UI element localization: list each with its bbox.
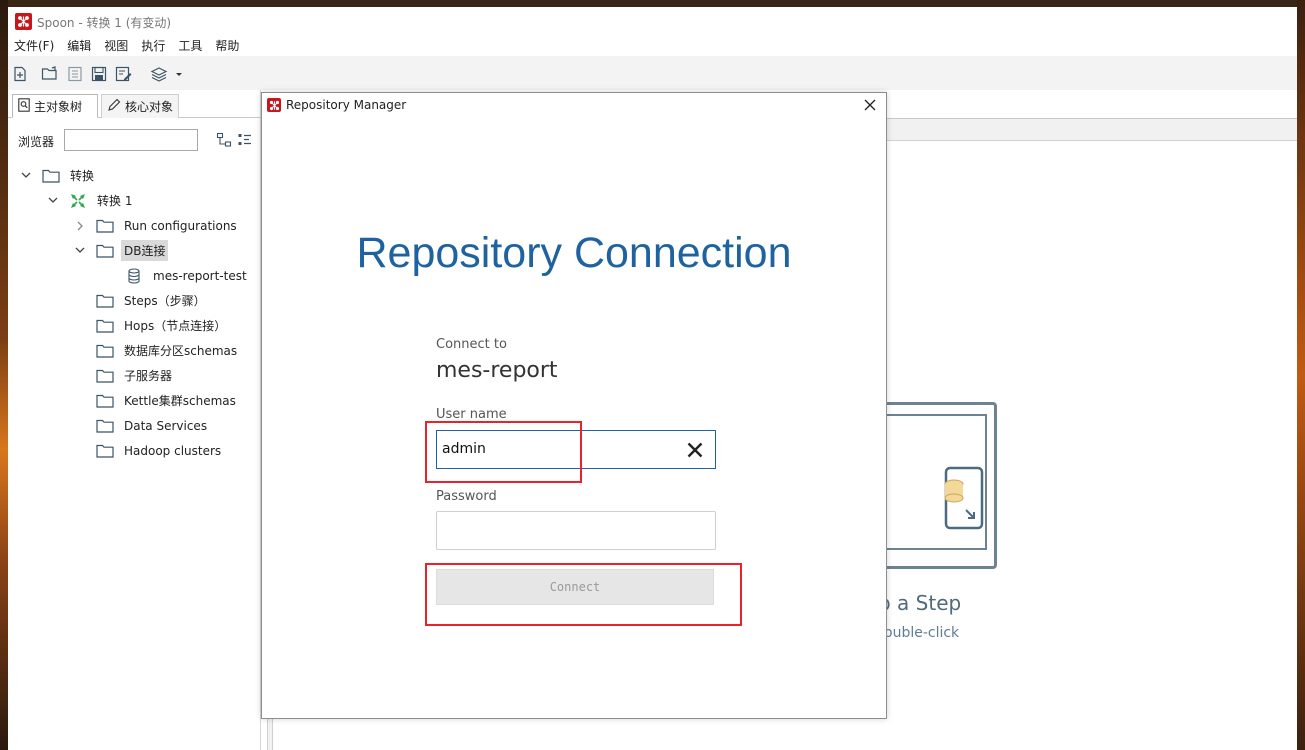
close-icon[interactable] (862, 97, 878, 113)
desktop-wallpaper-left (0, 0, 8, 750)
window-title: Spoon - 转换 1 (有变动) (37, 16, 172, 30)
username-label: User name (436, 407, 507, 422)
tree-item-steps[interactable]: Steps（步骤） (95, 288, 209, 313)
repository-connection-heading: Repository Connection (356, 229, 792, 277)
tree-item-slave-servers[interactable]: 子服务器 (95, 363, 175, 388)
tree-item-label: 子服务器 (124, 369, 173, 383)
tree-item-data-services[interactable]: Data Services (95, 413, 210, 438)
perspective-layers-icon[interactable] (149, 64, 183, 84)
magnifier-doc-icon (18, 97, 30, 115)
folder-icon (95, 343, 115, 359)
dialog-titlebar: Repository Manager (262, 93, 886, 117)
new-file-icon[interactable] (10, 64, 30, 84)
tree-item-hadoop-clusters[interactable]: Hadoop clusters (95, 438, 224, 463)
tree-item-label: 转换 1 (97, 194, 133, 208)
spoon-app-icon (267, 98, 281, 112)
tree-item-label: Steps（步骤） (124, 294, 206, 308)
folder-icon (95, 218, 115, 234)
menubar: 文件(F) 编辑 视图 执行 工具 帮助 (8, 36, 1297, 56)
chevron-down-icon[interactable] (46, 194, 60, 208)
database-step-icon (944, 466, 986, 533)
hint-title: p a Step (878, 591, 962, 615)
tree-item-transformations[interactable]: 转换 (19, 163, 97, 188)
menu-edit[interactable]: 编辑 (67, 36, 91, 56)
annotation-highlight-username (425, 421, 582, 483)
tree-item-db-mes-report-test[interactable]: mes-report-test (124, 263, 250, 288)
collapse-all-icon[interactable] (237, 132, 253, 151)
dialog-title: Repository Manager (286, 98, 407, 112)
tree-item-partition-schemas[interactable]: 数据库分区schemas (95, 338, 240, 363)
tree-item-hops[interactable]: Hops（节点连接） (95, 313, 229, 338)
tree-item-label: Hops（节点连接） (124, 319, 227, 333)
tree-item-transformation-1[interactable]: 转换 1 (46, 188, 135, 213)
repository-name: mes-report (436, 358, 558, 383)
connect-to-label: Connect to (436, 337, 507, 352)
menu-view[interactable]: 视图 (104, 36, 128, 56)
database-icon (124, 267, 144, 284)
left-panel: 主对象树 核心对象 浏览器 转换 转换 1 Run configurations… (8, 90, 261, 750)
save-as-icon[interactable] (113, 64, 133, 84)
tree-item-label: DB连接 (121, 240, 169, 261)
tree-item-label: mes-report-test (153, 268, 247, 283)
tree-item-run-configurations[interactable]: Run configurations (73, 213, 240, 238)
browser-filter-row: 浏览器 (8, 126, 261, 154)
tab-core-objects[interactable]: 核心对象 (101, 94, 179, 118)
clear-icon[interactable] (685, 440, 705, 460)
menu-file[interactable]: 文件(F) (14, 36, 54, 56)
expand-all-icon[interactable] (216, 132, 232, 151)
tree-item-label: 数据库分区schemas (124, 344, 238, 358)
folder-icon (95, 443, 115, 459)
chevron-down-icon[interactable] (19, 169, 33, 183)
chevron-down-icon[interactable] (73, 244, 87, 258)
tree-item-label: 转换 (70, 169, 95, 183)
tab-main-tree-label: 主对象树 (34, 99, 83, 114)
tree-item-label: Hadoop clusters (124, 443, 222, 458)
browser-filter-input[interactable] (64, 129, 198, 151)
desktop-wallpaper-top (0, 0, 1305, 7)
left-panel-tabs: 主对象树 核心对象 (8, 94, 261, 118)
menu-run[interactable]: 执行 (141, 36, 165, 56)
folder-icon (95, 293, 115, 309)
tree-item-label: Kettle集群schemas (124, 394, 236, 408)
tree-item-label: Data Services (124, 418, 208, 433)
password-field[interactable] (436, 511, 716, 550)
folder-icon (95, 243, 115, 259)
explore-repository-icon[interactable] (65, 64, 85, 84)
folder-icon (95, 368, 115, 384)
folder-icon (95, 318, 115, 334)
menu-tools[interactable]: 工具 (178, 36, 202, 56)
annotation-highlight-connect (425, 563, 742, 626)
spoon-app-icon (15, 13, 32, 30)
main-toolbar (8, 56, 1297, 90)
tab-core-objects-label: 核心对象 (125, 100, 174, 114)
save-icon[interactable] (89, 64, 109, 84)
folder-icon (95, 393, 115, 409)
password-label: Password (436, 489, 497, 504)
chevron-right-icon[interactable] (73, 219, 87, 233)
tree-item-db-connections[interactable]: DB连接 (73, 238, 169, 263)
hint-subtitle: ouble-click (884, 625, 960, 641)
transformation-icon (68, 193, 88, 209)
folder-icon (95, 418, 115, 434)
open-folder-icon[interactable] (40, 64, 60, 84)
pencil-icon (107, 98, 121, 115)
browser-label: 浏览器 (18, 135, 55, 149)
desktop-wallpaper-right (1297, 0, 1305, 750)
menu-help[interactable]: 帮助 (215, 36, 239, 56)
folder-icon (41, 168, 61, 184)
tab-main-tree[interactable]: 主对象树 (12, 94, 98, 118)
window-titlebar: Spoon - 转换 1 (有变动) (8, 7, 1297, 36)
tree-item-label: Run configurations (124, 218, 237, 233)
tree-item-kettle-cluster-schemas[interactable]: Kettle集群schemas (95, 388, 239, 413)
